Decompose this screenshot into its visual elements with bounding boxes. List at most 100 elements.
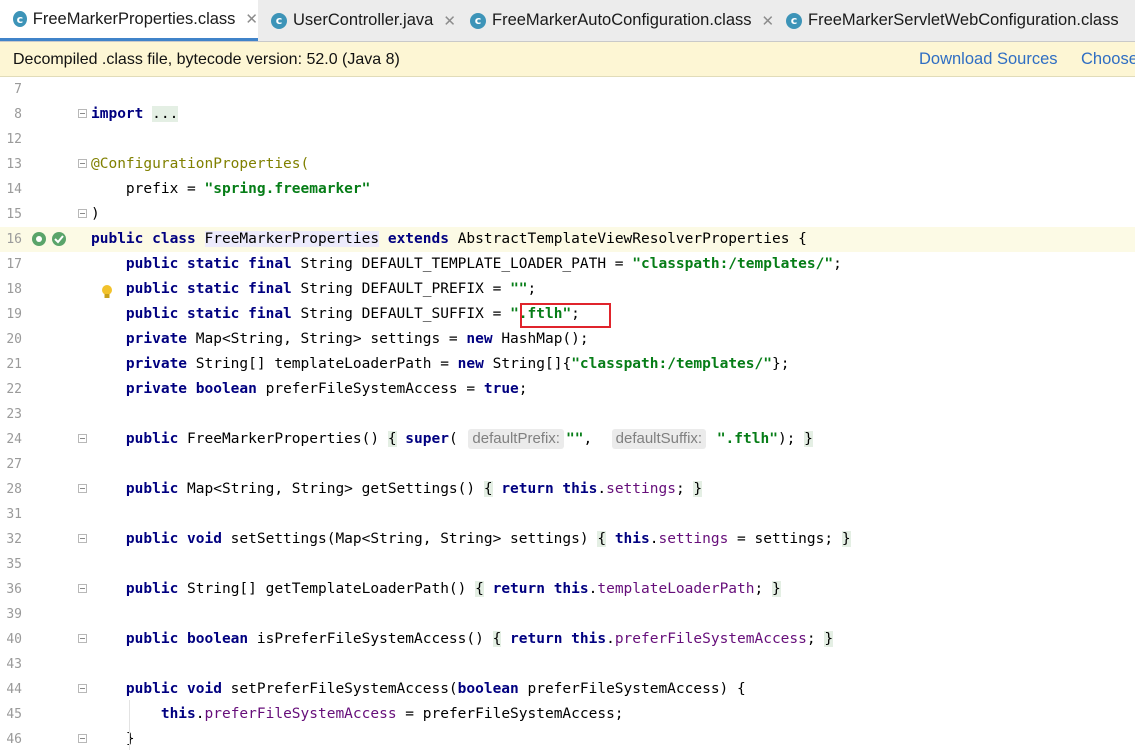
line-number: 40 — [6, 632, 22, 647]
code-text: public static final String DEFAULT_PREFI… — [125, 281, 537, 297]
code-line: 31 — [0, 502, 1135, 527]
code-line: 18 public static final String DEFAULT_PR… — [0, 277, 1135, 302]
fold-icon[interactable] — [78, 584, 87, 593]
code-line: 43 — [0, 652, 1135, 677]
code-text: public FreeMarkerProperties() { super( d… — [125, 429, 813, 449]
highlight-box — [520, 303, 611, 328]
code-text: private boolean preferFileSystemAccess =… — [125, 381, 528, 397]
code-text: private String[] templateLoaderPath = ne… — [125, 356, 790, 372]
code-line: 20 private Map<String, String> settings … — [0, 327, 1135, 352]
line-number: 31 — [6, 507, 22, 522]
line-number: 43 — [6, 657, 22, 672]
indent-guide — [129, 700, 130, 750]
tab-user-controller[interactable]: c UserController.java ✕ — [259, 0, 457, 41]
code-line: 40 public boolean isPreferFileSystemAcce… — [0, 627, 1135, 652]
class-icon: c — [470, 12, 486, 29]
line-number: 8 — [14, 107, 22, 122]
code-line: 45 this.preferFileSystemAccess = preferF… — [0, 702, 1135, 727]
tab-label: FreeMarkerAutoConfiguration.class — [492, 11, 752, 29]
line-number: 17 — [6, 257, 22, 272]
fold-icon[interactable] — [78, 484, 87, 493]
close-icon[interactable]: ✕ — [245, 10, 258, 28]
line-number: 28 — [6, 482, 22, 497]
code-text: public boolean isPreferFileSystemAccess(… — [125, 631, 834, 647]
code-text: public void setSettings(Map<String, Stri… — [125, 531, 851, 547]
tab-label: UserController.java — [293, 11, 434, 29]
line-number: 22 — [6, 382, 22, 397]
code-line: 35 — [0, 552, 1135, 577]
line-number: 36 — [6, 582, 22, 597]
line-number: 32 — [6, 532, 22, 547]
override-icon[interactable] — [51, 231, 67, 247]
close-icon[interactable]: ✕ — [762, 12, 775, 30]
close-icon[interactable]: ✕ — [443, 12, 456, 30]
code-text: public Map<String, String> getSettings()… — [125, 481, 703, 497]
code-text: public String[] getTemplateLoaderPath() … — [125, 581, 781, 597]
code-line: 44 public void setPreferFileSystemAccess… — [0, 677, 1135, 702]
code-text: public class FreeMarkerProperties extend… — [91, 231, 807, 247]
line-number: 7 — [14, 82, 22, 97]
choose-sources-link[interactable]: Choose — [1081, 50, 1135, 69]
tab-freemarker-properties[interactable]: c FreeMarkerProperties.class ✕ — [0, 0, 258, 41]
code-line: 14 prefix = "spring.freemarker" — [0, 177, 1135, 202]
fold-icon[interactable] — [78, 534, 87, 543]
download-sources-link[interactable]: Download Sources — [919, 50, 1058, 69]
fold-icon[interactable] — [78, 434, 87, 443]
code-line: 21 private String[] templateLoaderPath =… — [0, 352, 1135, 377]
line-number: 12 — [6, 132, 22, 147]
line-number: 45 — [6, 707, 22, 722]
code-line: 28 public Map<String, String> getSetting… — [0, 477, 1135, 502]
code-line: 17 public static final String DEFAULT_TE… — [0, 252, 1135, 277]
fold-icon[interactable] — [78, 109, 87, 118]
code-line: 8 import ... — [0, 102, 1135, 127]
code-text: ) — [91, 206, 100, 222]
code-line: 39 — [0, 602, 1135, 627]
code-text: public void setPreferFileSystemAccess(bo… — [125, 681, 746, 697]
line-number: 18 — [6, 282, 22, 297]
class-icon: c — [786, 12, 802, 29]
line-number: 15 — [6, 207, 22, 222]
code-text: import ... — [91, 106, 179, 122]
code-line: 46 } — [0, 727, 1135, 752]
line-number: 20 — [6, 332, 22, 347]
line-number: 16 — [6, 232, 22, 247]
line-number: 23 — [6, 407, 22, 422]
code-text: prefix = "spring.freemarker" — [125, 181, 371, 197]
code-line: 13 @ConfigurationProperties( — [0, 152, 1135, 177]
fold-icon[interactable] — [78, 734, 87, 743]
line-number: 19 — [6, 307, 22, 322]
code-line: 16 public class FreeMarkerProperties ext… — [0, 227, 1135, 252]
tab-label: FreeMarkerProperties.class — [32, 9, 236, 28]
code-text: public static final String DEFAULT_SUFFI… — [125, 306, 580, 322]
line-number: 35 — [6, 557, 22, 572]
code-line: 23 — [0, 402, 1135, 427]
fold-icon[interactable] — [78, 209, 87, 218]
class-icon: c — [13, 11, 27, 27]
code-line: 36 public String[] getTemplateLoaderPath… — [0, 577, 1135, 602]
line-number: 46 — [6, 732, 22, 747]
decompiled-message: Decompiled .class file, bytecode version… — [13, 51, 400, 68]
tab-freemarker-auto-configuration[interactable]: c FreeMarkerAutoConfiguration.class ✕ — [458, 0, 775, 41]
decompiled-notice-bar: Decompiled .class file, bytecode version… — [0, 42, 1135, 77]
code-line: 12 — [0, 127, 1135, 152]
code-line: 15 ) — [0, 202, 1135, 227]
editor-tab-bar: c FreeMarkerProperties.class ✕ c UserCon… — [0, 0, 1135, 42]
line-number: 39 — [6, 607, 22, 622]
code-editor[interactable]: 7 8 import ... 12 13 @ConfigurationPrope… — [0, 77, 1135, 753]
line-number: 44 — [6, 682, 22, 697]
code-text: @ConfigurationProperties( — [91, 156, 310, 172]
code-line: 22 private boolean preferFileSystemAcces… — [0, 377, 1135, 402]
fold-icon[interactable] — [78, 159, 87, 168]
code-line: 7 — [0, 77, 1135, 102]
line-number: 21 — [6, 357, 22, 372]
line-number: 27 — [6, 457, 22, 472]
code-line: 32 public void setSettings(Map<String, S… — [0, 527, 1135, 552]
implementation-icon[interactable] — [31, 231, 47, 247]
fold-icon[interactable] — [78, 634, 87, 643]
fold-icon[interactable] — [78, 684, 87, 693]
line-number: 13 — [6, 157, 22, 172]
line-number: 14 — [6, 182, 22, 197]
code-text: private Map<String, String> settings = n… — [125, 331, 589, 347]
tab-freemarker-servlet-web-configuration[interactable]: c FreeMarkerServletWebConfiguration.clas… — [776, 0, 1135, 41]
code-line: 24 public FreeMarkerProperties() { super… — [0, 427, 1135, 452]
